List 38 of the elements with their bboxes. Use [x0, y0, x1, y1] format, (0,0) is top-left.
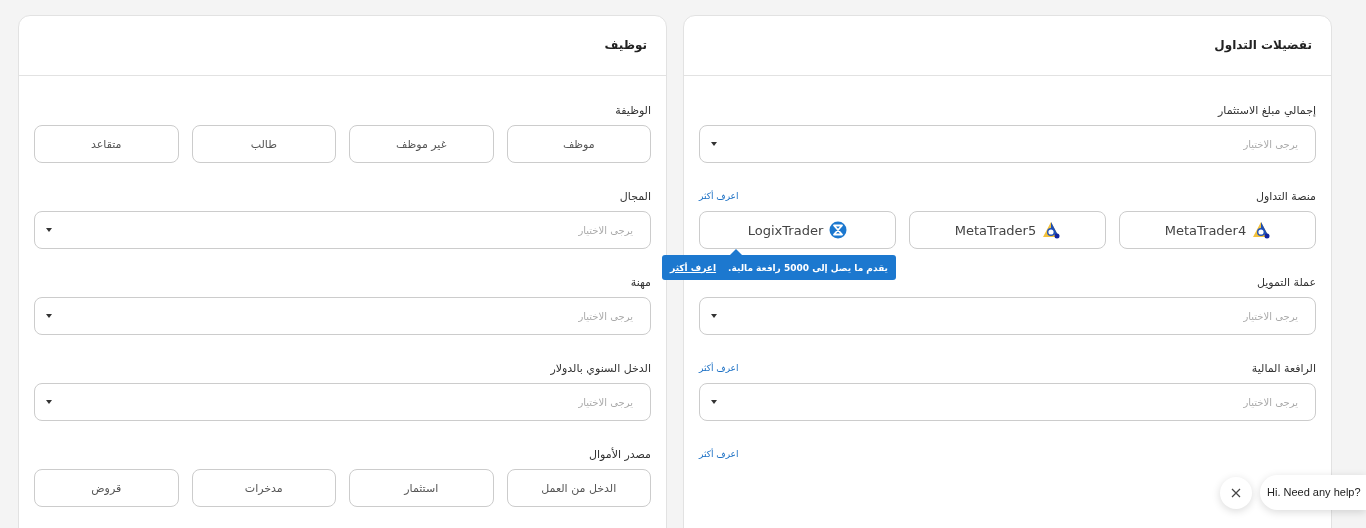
- choice-option[interactable]: طالب: [191, 125, 336, 163]
- choice-option[interactable]: الدخل من العمل: [506, 469, 651, 507]
- tooltip-link[interactable]: اعرف أكثر: [670, 262, 717, 273]
- learn-more-link[interactable]: اعرف أكثر: [699, 363, 739, 373]
- choice-option[interactable]: مدخرات: [191, 469, 336, 507]
- card-title: تفضيلات التداول: [684, 16, 1331, 76]
- triangle-logo-icon: [1042, 221, 1061, 239]
- field-label: إجمالي مبلغ الاستثمار: [1218, 103, 1316, 117]
- field-label: الرافعة المالية: [1251, 361, 1316, 375]
- triangle-logo-icon: [1252, 221, 1271, 239]
- field-label: الدخل السنوي بالدولار: [550, 361, 651, 375]
- field-label: الوظيفة: [615, 103, 651, 117]
- platform-option[interactable]: MetaTrader5: [909, 211, 1106, 249]
- field-label: عملة التمويل: [1256, 275, 1316, 289]
- caret-icon: [711, 314, 717, 318]
- field-label: المجال: [619, 189, 651, 203]
- field-label: منصة التداول: [1256, 189, 1316, 203]
- choice-option[interactable]: متقاعد: [34, 125, 179, 163]
- choice-option[interactable]: قروض: [34, 469, 179, 507]
- card-title: توظيف: [19, 16, 666, 76]
- learn-more-link[interactable]: اعرف أكثر: [699, 191, 739, 201]
- choice-option[interactable]: غير موظف: [349, 125, 494, 163]
- caret-icon: [711, 142, 717, 146]
- caret-icon: [46, 400, 52, 404]
- choice-option[interactable]: استثمار: [349, 469, 494, 507]
- field-label: مهنة: [630, 275, 651, 289]
- platform-option[interactable]: MetaTrader4: [1119, 211, 1316, 249]
- close-icon: [1231, 487, 1241, 498]
- choice-option[interactable]: موظف: [506, 125, 651, 163]
- field-label: مصدر الأموال: [589, 447, 651, 461]
- tooltip-text: يقدم ما يصل إلى 5000 رافعة مالية.: [728, 262, 888, 273]
- platform-option[interactable]: LogixTrader: [699, 211, 896, 249]
- caret-icon: [46, 228, 52, 232]
- learn-more-link[interactable]: اعرف أكثر: [699, 449, 739, 459]
- caret-icon: [46, 314, 52, 318]
- hourglass-logo-icon: [829, 221, 848, 239]
- chat-message[interactable]: Hi. Need any help?: [1260, 475, 1366, 510]
- caret-icon: [711, 400, 717, 404]
